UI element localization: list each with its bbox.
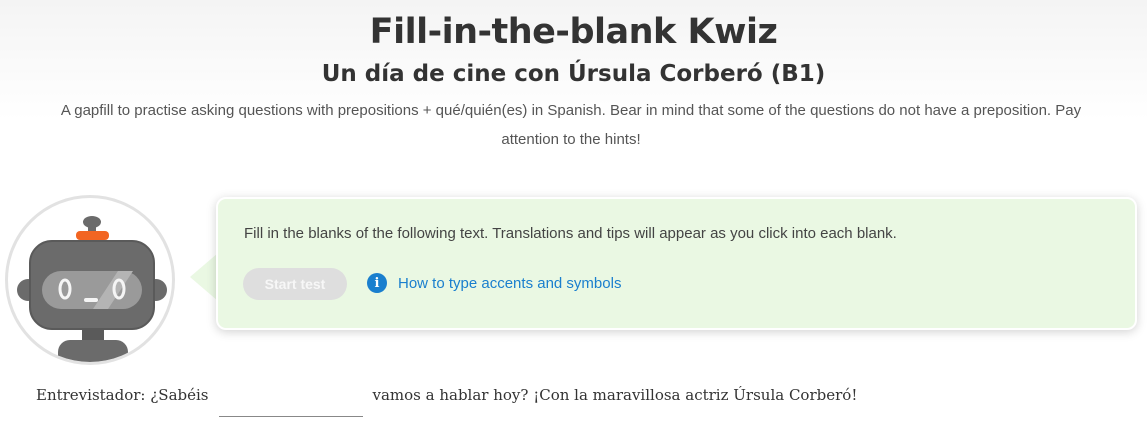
robot-avatar: [5, 195, 175, 365]
info-circle-icon: i: [367, 273, 387, 293]
gap-input-1[interactable]: [218, 380, 363, 417]
page-description: A gapfill to practise asking questions w…: [60, 102, 1082, 148]
accents-help-label: How to type accents and symbols: [398, 274, 622, 292]
exercise-line: Entrevistador: ¿Sabéis vamos a hablar ho…: [36, 380, 858, 417]
robot-mascot-icon: [17, 216, 167, 362]
exercise-line-prefix: Entrevistador: ¿Sabéis: [36, 386, 209, 404]
page-title: Fill-in-the-blank Kwiz: [369, 12, 778, 52]
start-test-button[interactable]: Start test: [243, 268, 347, 300]
page-subtitle: Un día de cine con Úrsula Corberó (B1): [321, 61, 826, 87]
instructions-text: Fill in the blanks of the following text…: [244, 225, 897, 242]
speech-bubble-tail: [190, 253, 218, 301]
instruction-card: Fill in the blanks of the following text…: [216, 197, 1137, 330]
accents-help-link[interactable]: i How to type accents and symbols: [367, 273, 621, 293]
exercise-line-suffix: vamos a hablar hoy? ¡Con la maravillosa …: [372, 386, 858, 404]
